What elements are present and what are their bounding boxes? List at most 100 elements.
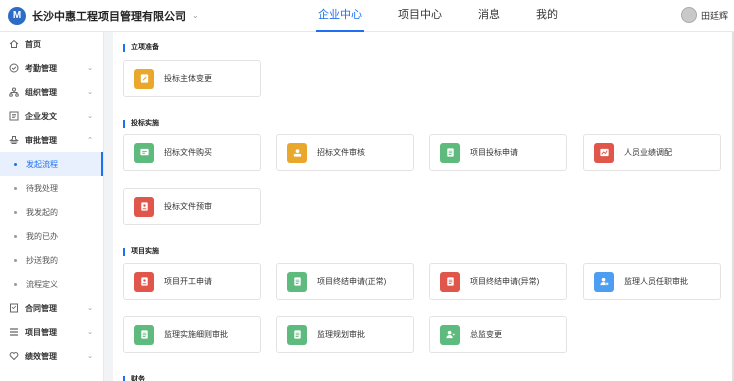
chevron-down-icon: ⌄: [87, 65, 93, 72]
company-name[interactable]: 长沙中惠工程项目管理有限公司: [32, 8, 186, 24]
sidebar-item-label: 审批管理: [25, 135, 57, 145]
sidebar-item-organization[interactable]: 组织管理 ⌄: [0, 80, 103, 104]
process-card-termination-normal[interactable]: 项目终结申请(正常): [276, 263, 414, 300]
person-doc-icon: [134, 196, 154, 217]
bullet-dot: [14, 210, 17, 214]
sidebar-item-label: 流程定义: [26, 279, 58, 289]
nav-messages[interactable]: 消息: [478, 0, 500, 32]
card-label: 监理人员任职审批: [624, 277, 688, 286]
card-label: 招标文件审核: [317, 148, 365, 157]
bullet-dot: [14, 162, 17, 166]
sidebar: 首页 考勤管理 ⌄ 组织管理 ⌄ 企业发文 ⌄ 审批管理 ⌃ 发起流程 待我处理…: [0, 32, 104, 381]
edit-doc-icon: [134, 68, 154, 89]
sidebar-item-label: 发起流程: [26, 159, 58, 169]
sidebar-item-approval[interactable]: 审批管理 ⌃: [0, 128, 103, 152]
sidebar-item-contracts[interactable]: 合同管理 ⌄: [0, 296, 103, 320]
user-badge-icon: [594, 271, 614, 292]
card-label: 项目开工申请: [164, 277, 212, 286]
clock-icon: [9, 63, 19, 73]
nav-enterprise-center[interactable]: 企业中心: [316, 0, 364, 32]
process-card-tender-purchase[interactable]: 招标文件购买: [123, 134, 261, 171]
card-label: 人员业绩调配: [624, 148, 672, 157]
project-icon: [9, 327, 19, 337]
card-label: 监理实施细则审批: [164, 330, 228, 339]
sidebar-item-label: 考勤管理: [25, 63, 57, 73]
nav-mine[interactable]: 我的: [536, 0, 558, 32]
section-title-preparation: 立项准备: [123, 44, 159, 52]
user-card-icon: [287, 142, 307, 163]
sidebar-item-label: 组织管理: [25, 87, 57, 97]
chevron-down-icon: ⌄: [87, 89, 93, 96]
process-card-supervision-plan[interactable]: 监理规划审批: [276, 316, 414, 353]
card-label: 监理规划审批: [317, 330, 365, 339]
list-doc-icon: [287, 271, 307, 292]
top-nav: 企业中心 项目中心 消息 我的: [316, 0, 594, 32]
process-card-bid-application[interactable]: 项目投标申请: [429, 134, 567, 171]
list-doc-icon: [440, 271, 460, 292]
sidebar-item-label: 项目管理: [25, 327, 57, 337]
sidebar-item-label: 合同管理: [25, 303, 57, 313]
performance-icon: [9, 351, 19, 361]
chevron-up-icon: ⌃: [87, 137, 93, 144]
list-doc-icon: [134, 324, 154, 345]
process-card-bidder-change[interactable]: 投标主体变更: [123, 60, 261, 97]
sidebar-item-label: 待我处理: [26, 183, 58, 193]
top-header: M 长沙中惠工程项目管理有限公司 ⌄ 企业中心 项目中心 消息 我的 田廷辉: [0, 0, 734, 32]
user-menu[interactable]: 田廷辉: [680, 7, 728, 23]
chevron-down-icon: ⌄: [87, 329, 93, 336]
process-card-tender-review[interactable]: 招标文件审核: [276, 134, 414, 171]
card-label: 总监变更: [470, 330, 502, 339]
list-doc-icon: [440, 142, 460, 163]
avatar[interactable]: [680, 7, 697, 23]
sidebar-item-label: 绩效管理: [25, 351, 57, 361]
sidebar-item-attendance[interactable]: 考勤管理 ⌄: [0, 56, 103, 80]
user-change-icon: [440, 324, 460, 345]
section-title-implementation: 项目实施: [123, 248, 159, 256]
chevron-down-icon: ⌄: [87, 305, 93, 312]
sidebar-item-pending[interactable]: 待我处理: [0, 176, 103, 200]
sidebar-item-process-definition[interactable]: 流程定义: [0, 272, 103, 296]
process-card-project-start[interactable]: 项目开工申请: [123, 263, 261, 300]
sidebar-item-start-process[interactable]: 发起流程: [0, 152, 103, 176]
process-card-supervisor-appointment[interactable]: 监理人员任职审批: [583, 263, 721, 300]
person-doc-icon: [134, 271, 154, 292]
bullet-dot: [14, 282, 17, 286]
nav-project-center[interactable]: 项目中心: [398, 0, 442, 32]
sidebar-item-home[interactable]: 首页: [0, 32, 103, 56]
sidebar-item-projects[interactable]: 项目管理 ⌄: [0, 320, 103, 344]
sidebar-item-label: 企业发文: [25, 111, 57, 121]
chevron-down-icon: ⌄: [87, 353, 93, 360]
sidebar-item-label: 首页: [25, 39, 41, 49]
org-icon: [9, 87, 19, 97]
card-label: 项目投标申请: [470, 148, 518, 157]
card-label: 投标主体变更: [164, 74, 212, 83]
sidebar-item-done[interactable]: 我的已办: [0, 224, 103, 248]
process-card-supervision-rules[interactable]: 监理实施细则审批: [123, 316, 261, 353]
main-content: 立项准备 投标主体变更 投标实施 招标文件购买 招标文件审核 项目投标申请 人员…: [113, 32, 734, 381]
user-name[interactable]: 田廷辉: [701, 9, 728, 22]
bullet-dot: [14, 186, 17, 190]
sidebar-item-cc[interactable]: 抄送我的: [0, 248, 103, 272]
sidebar-item-label: 抄送我的: [26, 255, 58, 265]
company-chevron-icon[interactable]: ⌄: [192, 11, 199, 20]
chart-card-icon: [594, 142, 614, 163]
sidebar-item-documents[interactable]: 企业发文 ⌄: [0, 104, 103, 128]
contract-icon: [9, 303, 19, 313]
card-label: 项目终结申请(正常): [317, 277, 387, 286]
card-label: 项目终结申请(异常): [470, 277, 540, 286]
card-label: 投标文件预审: [164, 202, 212, 211]
process-card-director-change[interactable]: 总监变更: [429, 316, 567, 353]
process-card-bid-prereview[interactable]: 投标文件预审: [123, 188, 261, 225]
section-title-bidding: 投标实施: [123, 120, 159, 128]
sidebar-item-performance[interactable]: 绩效管理 ⌄: [0, 344, 103, 368]
process-card-termination-abnormal[interactable]: 项目终结申请(异常): [429, 263, 567, 300]
company-logo: M: [8, 6, 26, 25]
chat-card-icon: [134, 142, 154, 163]
list-doc-icon: [287, 324, 307, 345]
chevron-down-icon: ⌄: [87, 113, 93, 120]
home-icon: [9, 39, 19, 49]
approval-icon: [9, 135, 19, 145]
process-card-staff-allocation[interactable]: 人员业绩调配: [583, 134, 721, 171]
sidebar-item-initiated[interactable]: 我发起的: [0, 200, 103, 224]
bullet-dot: [14, 234, 17, 238]
